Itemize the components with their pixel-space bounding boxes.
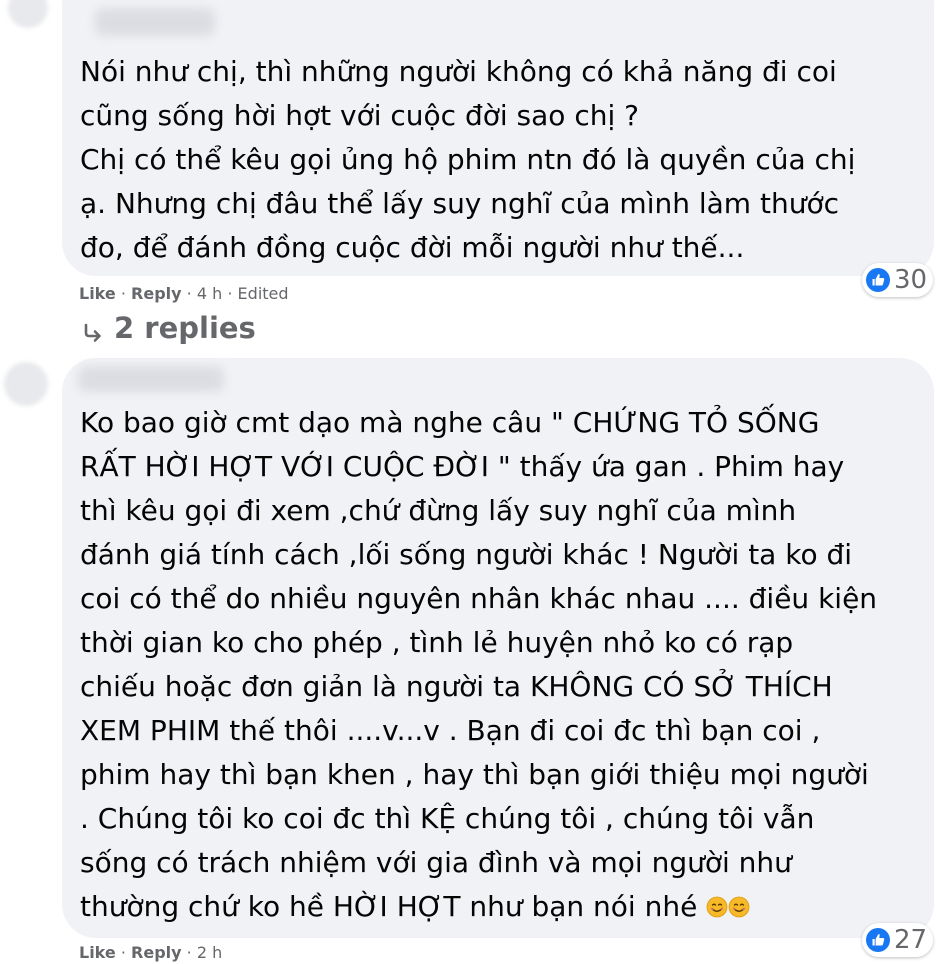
comment-line: cũng sống hời hợt với cuộc đời sao chị ?: [80, 99, 640, 132]
comment-line: đo, để đánh đồng cuộc đời mỗi người như …: [80, 231, 745, 264]
smiling-face-icon: [706, 887, 728, 918]
comment-line: ạ. Nhưng chị đâu thể lấy suy nghĩ của mì…: [80, 187, 839, 220]
comment-line: RẤT HỜI HỢT VỚI CUỘC ĐỜI " thấy ứa gan .…: [80, 450, 845, 483]
comment-line: sống có trách nhiệm với gia đình và mọi …: [80, 846, 792, 879]
separator: ·: [186, 943, 192, 962]
comment-text: Nói như chị, thì những người không có kh…: [80, 50, 855, 270]
comment-line: . Chúng tôi ko coi đc thì KỆ chúng tôi ,…: [80, 802, 815, 835]
comment-line: Nói như chị, thì những người không có kh…: [80, 55, 837, 88]
comment-line: thường chứ ko hề HỜI HỢT như bạn nói nhé: [80, 890, 698, 923]
comment-actions: Like · Reply · 4 h · Edited: [79, 284, 289, 303]
timestamp[interactable]: 2 h: [197, 943, 222, 962]
replies-label: 2 replies: [114, 311, 256, 345]
commenter-avatar[interactable]: [4, 362, 48, 406]
like-icon: [866, 268, 890, 292]
timestamp[interactable]: 4 h: [197, 284, 222, 303]
like-button[interactable]: Like: [79, 943, 116, 962]
comment-text: Ko bao giờ cmt dạo mà nghe câu " CHỨNG T…: [80, 401, 877, 929]
comment-line-last: thường chứ ko hề HỜI HỢT như bạn nói nhé: [80, 885, 877, 929]
reaction-summary[interactable]: 27: [862, 923, 934, 957]
comment-line: đánh giá tính cách ,lối sống người khác …: [80, 538, 853, 571]
reaction-count: 27: [894, 925, 928, 955]
view-replies-button[interactable]: 2 replies: [82, 311, 256, 345]
reaction-count: 30: [894, 265, 928, 295]
comment-line: chiếu hoặc đơn giản là người ta KHÔNG CÓ…: [80, 670, 833, 703]
reply-arrow-icon: [82, 317, 104, 342]
comment-line: Chị có thể kêu gọi ủng hộ phim ntn đó là…: [80, 143, 856, 176]
commenter-name[interactable]: [95, 8, 215, 36]
comment-line: phim hay thì bạn khen , hay thì bạn giới…: [80, 758, 869, 791]
comment-actions: Like · Reply · 2 h: [79, 943, 222, 962]
separator: ·: [120, 284, 126, 303]
smiling-face-icon: [728, 887, 750, 918]
edited-label: Edited: [237, 284, 289, 303]
reply-button[interactable]: Reply: [131, 943, 182, 962]
comment-line: XEM PHIM thế thôi ....v...v . Bạn đi coi…: [80, 714, 821, 747]
like-icon: [866, 928, 890, 952]
comment-line: coi có thể do nhiều nguyên nhân khác nha…: [80, 582, 878, 615]
commenter-name[interactable]: [78, 366, 224, 392]
separator: ·: [227, 284, 233, 303]
commenter-avatar[interactable]: [8, 0, 48, 28]
reaction-summary[interactable]: 30: [862, 263, 934, 297]
comment-line: thời gian ko cho phép , tình lẻ huyện nh…: [80, 626, 794, 659]
reply-button[interactable]: Reply: [131, 284, 182, 303]
comment-line: Ko bao giờ cmt dạo mà nghe câu " CHỨNG T…: [80, 406, 820, 439]
separator: ·: [186, 284, 192, 303]
comment-line: thì kêu gọi đi xem ,chứ đừng lấy suy ngh…: [80, 494, 797, 527]
like-button[interactable]: Like: [79, 284, 116, 303]
separator: ·: [120, 943, 126, 962]
